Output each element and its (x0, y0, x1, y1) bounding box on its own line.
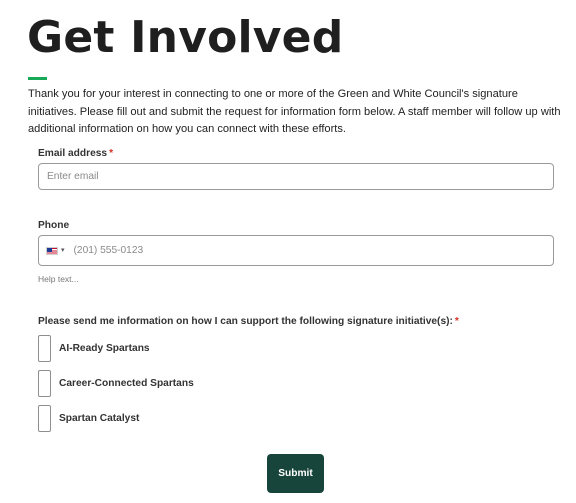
title-accent-bar (28, 77, 47, 80)
email-label: Email address * (38, 148, 113, 159)
initiatives-label: Please send me information on how I can … (38, 316, 459, 327)
required-asterisk: * (109, 148, 114, 159)
phone-help-text: Help text... (38, 274, 79, 284)
checkbox-label: Career-Connected Spartans (59, 378, 194, 389)
checkbox-label: Spartan Catalyst (59, 413, 140, 424)
page-title: Get Involved (27, 12, 344, 63)
checkbox-input[interactable] (38, 370, 51, 397)
submit-button[interactable]: Submit (267, 454, 324, 493)
phone-field[interactable] (68, 236, 553, 265)
checkbox-input[interactable] (38, 335, 51, 362)
required-asterisk: * (454, 316, 459, 327)
checkbox-career-connected-spartans[interactable]: Career-Connected Spartans (38, 370, 194, 397)
checkbox-input[interactable] (38, 405, 51, 432)
email-label-text: Email address (38, 148, 108, 159)
initiatives-label-text: Please send me information on how I can … (38, 316, 453, 327)
country-code-select[interactable]: ▾ (39, 236, 69, 265)
phone-field-wrapper: ▾ (38, 235, 554, 266)
checkbox-spartan-catalyst[interactable]: Spartan Catalyst (38, 405, 139, 432)
us-flag-icon (46, 246, 58, 255)
checkbox-label: AI-Ready Spartans (59, 343, 150, 354)
email-field-wrapper (38, 163, 554, 190)
checkbox-ai-ready-spartans[interactable]: AI-Ready Spartans (38, 335, 150, 362)
intro-paragraph: Thank you for your interest in connectin… (28, 88, 561, 136)
get-involved-page: Get Involved Thank you for your interest… (0, 0, 576, 503)
phone-label: Phone (38, 220, 70, 231)
chevron-down-icon: ▾ (61, 247, 65, 254)
email-field[interactable] (39, 164, 553, 189)
